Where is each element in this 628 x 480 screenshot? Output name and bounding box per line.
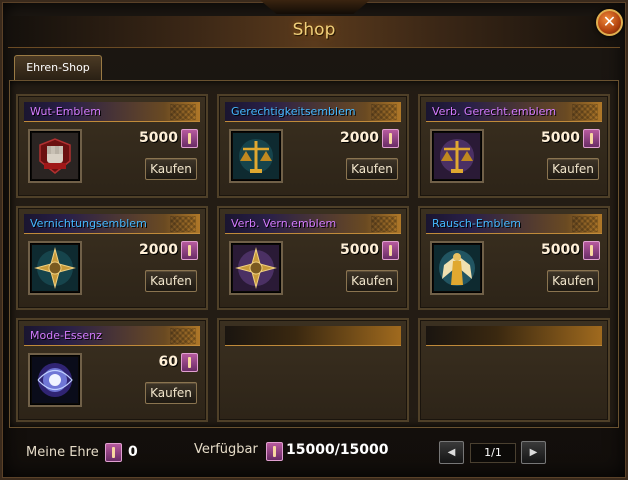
honor-currency-icon [266, 442, 283, 461]
next-page-button[interactable]: ▶ [521, 441, 546, 464]
shop-item-card: Verb. Gerecht.emblem 5000 Kaufen [418, 94, 610, 198]
header-pattern [371, 104, 397, 120]
item-header: Wut-Emblem [24, 102, 200, 122]
item-price: 2000 [139, 242, 178, 258]
angel-emblem-icon [434, 245, 480, 291]
buy-button[interactable]: Kaufen [547, 158, 599, 180]
item-price: 60 [158, 354, 178, 370]
scales-emblem-icon [233, 133, 279, 179]
top-ornament [260, 0, 370, 14]
my-honor-value: 0 [128, 444, 138, 460]
close-icon[interactable]: ✕ [603, 12, 616, 31]
item-slot[interactable] [229, 129, 283, 183]
buy-button[interactable]: Kaufen [346, 158, 398, 180]
honor-currency-icon [105, 443, 122, 462]
buy-button[interactable]: Kaufen [145, 270, 197, 292]
item-name: Wut-Emblem [30, 105, 101, 118]
item-slot[interactable] [229, 241, 283, 295]
window-title: Shop [292, 20, 336, 40]
item-slot[interactable] [430, 241, 484, 295]
empty-item-card [418, 318, 610, 422]
available-value: 15000/15000 [286, 442, 389, 458]
honor-currency-icon [181, 353, 198, 372]
shop-item-card: Wut-Emblem 5000 Kaufen [16, 94, 208, 198]
honor-currency-icon [382, 129, 399, 148]
item-price: 5000 [541, 242, 580, 258]
item-name: Verb. Gerecht.emblem [432, 105, 557, 118]
item-name: Mode-Essenz [30, 329, 102, 342]
close-button[interactable]: ✕ [596, 9, 623, 36]
honor-currency-icon [181, 129, 198, 148]
prev-page-button[interactable]: ◀ [439, 441, 464, 464]
item-slot[interactable] [430, 129, 484, 183]
essence-orb-icon [32, 357, 78, 403]
buy-button[interactable]: Kaufen [547, 270, 599, 292]
header-pattern [170, 216, 196, 232]
item-header: Vernichtungsemblem [24, 214, 200, 234]
fist-emblem-icon [32, 133, 78, 179]
shop-item-card: Verb. Vern.emblem 5000 Kaufen [217, 206, 409, 310]
honor-currency-icon [583, 129, 600, 148]
empty-item-card [217, 318, 409, 422]
arrow-left-icon: ◀ [447, 447, 456, 458]
shop-item-card: Vernichtungsemblem 2000 Kaufen [16, 206, 208, 310]
item-slot[interactable] [28, 353, 82, 407]
item-header: Mode-Essenz [24, 326, 200, 346]
buy-button[interactable]: Kaufen [145, 158, 197, 180]
item-price: 2000 [340, 130, 379, 146]
buy-button[interactable]: Kaufen [346, 270, 398, 292]
buy-button[interactable]: Kaufen [145, 382, 197, 404]
header-pattern [572, 104, 598, 120]
page-indicator: 1/1 [470, 443, 516, 463]
item-price: 5000 [340, 242, 379, 258]
shop-item-card: Mode-Essenz 60 Kaufen [16, 318, 208, 422]
honor-currency-icon [181, 241, 198, 260]
header-pattern [572, 216, 598, 232]
item-header: Verb. Vern.emblem [225, 214, 401, 234]
scales-emblem-purple-icon [434, 133, 480, 179]
item-slot[interactable] [28, 241, 82, 295]
header-pattern [371, 216, 397, 232]
header-pattern [170, 328, 196, 344]
honor-currency-icon [583, 241, 600, 260]
item-name: Rausch-Emblem [432, 217, 522, 230]
item-slot[interactable] [28, 129, 82, 183]
item-header: Gerechtigkeitsemblem [225, 102, 401, 122]
item-name: Vernichtungsemblem [30, 217, 147, 230]
item-header [426, 326, 602, 346]
available-label: Verfügbar [194, 442, 258, 457]
item-price: 5000 [139, 130, 178, 146]
annihilation-emblem-purple-icon [233, 245, 279, 291]
annihilation-emblem-icon [32, 245, 78, 291]
item-name: Verb. Vern.emblem [231, 217, 337, 230]
my-honor-label: Meine Ehre [26, 445, 99, 460]
honor-currency-icon [382, 241, 399, 260]
tab-ehren-shop[interactable]: Ehren-Shop [14, 55, 102, 80]
item-header [225, 326, 401, 346]
shop-item-card: Rausch-Emblem 5000 Kaufen [418, 206, 610, 310]
item-price: 5000 [541, 130, 580, 146]
arrow-right-icon: ▶ [529, 447, 538, 458]
item-header: Rausch-Emblem [426, 214, 602, 234]
header-pattern [170, 104, 196, 120]
item-header: Verb. Gerecht.emblem [426, 102, 602, 122]
shop-item-card: Gerechtigkeitsemblem 2000 Kaufen [217, 94, 409, 198]
item-name: Gerechtigkeitsemblem [231, 105, 356, 118]
